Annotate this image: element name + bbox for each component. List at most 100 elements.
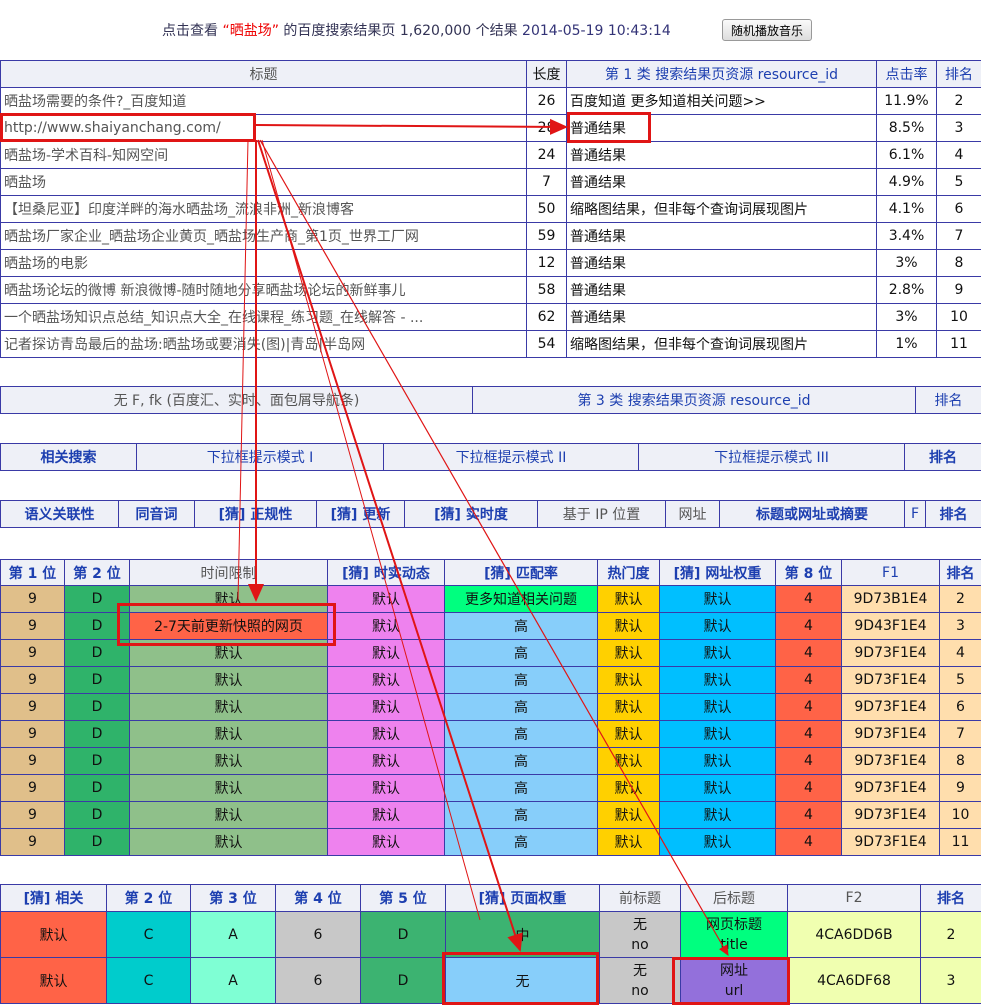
- result-row: 【坦桑尼亚】印度洋畔的海水晒盐场_流浪非洲_新浪博客 50 缩略图结果，但非每个查询…: [0, 195, 981, 223]
- grid1-cell: 默认: [327, 612, 445, 640]
- grid1-cell: 9: [0, 720, 65, 748]
- grid1-cell: 默认: [597, 585, 660, 613]
- grid1-cell: 9: [0, 693, 65, 721]
- col-ctr-header: 点击率: [876, 60, 937, 88]
- grid1-row: 9 D 默认 默认高默认 默认 4 9D73F1E4 7: [0, 720, 981, 748]
- result-title-link[interactable]: 晒盐场-学术百科-知网空间: [0, 141, 527, 169]
- suggest-col-label: 下拉框提示模式 I: [136, 443, 384, 471]
- result-length: 7: [526, 168, 567, 196]
- feature-col-label: 同音词: [118, 500, 195, 528]
- grid2-cell: 6: [275, 957, 361, 1004]
- result-title-link[interactable]: 晒盐场: [0, 168, 527, 196]
- result-length: 50: [526, 195, 567, 223]
- grid2-cell: C: [106, 957, 191, 1004]
- result-length: 12: [526, 249, 567, 277]
- grid1-cell: 默认: [597, 747, 660, 775]
- pre-title-cell: 无 no: [599, 957, 681, 1004]
- result-title-link[interactable]: 晒盐场论坛的微博 新浪微博-随时随地分享晒盐场论坛的新鲜事儿: [0, 276, 527, 304]
- grid1-cell: 默认: [129, 666, 328, 694]
- result-length: 24: [526, 141, 567, 169]
- result-title-link[interactable]: 【坦桑尼亚】印度洋畔的海水晒盐场_流浪非洲_新浪博客: [0, 195, 527, 223]
- grid1-cell: 3: [939, 612, 981, 640]
- result-length: 58: [526, 276, 567, 304]
- grid2-rank: 3: [920, 957, 981, 1004]
- grid1-cell: 默认: [327, 774, 445, 802]
- grid1-cell: 默认: [659, 774, 776, 802]
- grid1-cell: 4: [775, 585, 842, 613]
- result-row: 晒盐场-学术百科-知网空间 24 普通结果 6.1% 4: [0, 141, 981, 169]
- result-type: 普通结果: [566, 168, 877, 196]
- grid1-cell: 默认: [597, 693, 660, 721]
- result-length: 59: [526, 222, 567, 250]
- result-row: 晒盐场论坛的微博 新浪微博-随时随地分享晒盐场论坛的新鲜事儿 58 普通结果 2.8%…: [0, 276, 981, 304]
- grid1-cell: 4: [775, 747, 842, 775]
- top-bar: 点击查看 “晒盐场” 的百度搜索结果页 1,620,000 个结果 2014-0…: [0, 0, 981, 60]
- grid1-cell: 9D73F1E4: [841, 693, 940, 721]
- grid1-cell: 默认: [659, 693, 776, 721]
- result-rank: 2: [936, 87, 981, 115]
- grid1-cell: 默认: [327, 828, 445, 856]
- grid1-cell: 高: [444, 747, 598, 775]
- grid1-cell: 4: [775, 774, 842, 802]
- result-title-link[interactable]: 晒盐场厂家企业_晒盐场企业黄页_晒盐场生产商_第1页_世界工厂网: [0, 222, 527, 250]
- post-title-en: title: [720, 936, 748, 953]
- grid1-cell: 4: [775, 801, 842, 829]
- grid2-cell: 默认: [0, 911, 107, 958]
- play-music-button[interactable]: 随机播放音乐: [722, 19, 813, 41]
- grid2-cell: 默认: [0, 957, 107, 1004]
- grid1-header: [猜] 匹配率: [444, 559, 598, 586]
- grid1-cell: 默认: [129, 693, 328, 721]
- grid1-cell: 4: [939, 639, 981, 667]
- grid1-cell: 默认: [327, 639, 445, 667]
- grid2-header: 前标题: [599, 884, 681, 912]
- category3-bar: 无 F, fk (百度汇、实时、面包屑导航条) 第 3 类 搜索结果页资源 re…: [0, 386, 981, 414]
- result-row: 晒盐场厂家企业_晒盐场企业黄页_晒盐场生产商_第1页_世界工厂网 59 普通结果 3.…: [0, 222, 981, 250]
- grid1-cell: 默认: [327, 693, 445, 721]
- grid1-row: 9 D 默认 默认高默认 默认 4 9D73F1E4 10: [0, 801, 981, 829]
- grid2-header: F2: [787, 884, 921, 912]
- result-length: 26: [526, 87, 567, 115]
- result-title-link[interactable]: 晒盐场的电影: [0, 249, 527, 277]
- grid1-cell: 默认: [659, 612, 776, 640]
- grid1-header: 时间限制: [129, 559, 328, 586]
- feature-col-label: 排名: [925, 500, 981, 528]
- grid1-header: 第 2 位: [64, 559, 130, 586]
- feature-col-label: [猜] 实时度: [404, 500, 538, 528]
- query-keyword[interactable]: “晒盐场”: [222, 23, 279, 39]
- result-rank: 6: [936, 195, 981, 223]
- pre-title-zh: 无: [633, 962, 647, 979]
- pre-title-en: no: [631, 936, 649, 953]
- result-length: 62: [526, 303, 567, 331]
- result-row: 一个晒盐场知识点总结_知识点大全_在线课程_练习题_在线解答 - ... 62 普通…: [0, 303, 981, 331]
- result-rank: 11: [936, 330, 981, 358]
- grid1-cell: 默认: [129, 720, 328, 748]
- grid1-cell: 默认: [597, 828, 660, 856]
- result-type: 普通结果: [566, 249, 877, 277]
- grid1-cell: 4: [775, 693, 842, 721]
- suggest-col-label: 相关搜索: [0, 443, 137, 471]
- result-rank: 3: [936, 114, 981, 142]
- feature-col-label: F: [904, 500, 926, 528]
- grid1-cell: 8: [939, 747, 981, 775]
- result-row: 记者探访青岛最后的盐场:晒盐场或要消失(图)|青岛|半岛网 54 缩略图结果，但非每…: [0, 330, 981, 358]
- grid2-cell: 中: [445, 911, 600, 958]
- pre-title-zh: 无: [633, 916, 647, 933]
- grid1-cell: 默认: [129, 801, 328, 829]
- grid2-header: 第 2 位: [106, 884, 191, 912]
- result-title-link[interactable]: 记者探访青岛最后的盐场:晒盐场或要消失(图)|青岛|半岛网: [0, 330, 527, 358]
- result-title-link[interactable]: 一个晒盐场知识点总结_知识点大全_在线课程_练习题_在线解答 - ...: [0, 303, 527, 331]
- category3-label: 第 3 类 搜索结果页资源 resource_id: [472, 386, 916, 414]
- result-length: 54: [526, 330, 567, 358]
- result-type: 普通结果: [566, 303, 877, 331]
- result-title-link[interactable]: 晒盐场需要的条件?_百度知道: [0, 87, 527, 115]
- grid2-header: 第 3 位: [190, 884, 276, 912]
- col-length-header: 长度: [526, 60, 567, 88]
- grid1-cell: 9D73F1E4: [841, 747, 940, 775]
- grid1-cell: 9D73F1E4: [841, 720, 940, 748]
- feature-col-label: [猜] 更新: [316, 500, 405, 528]
- post-title-zh: 网页标题: [706, 916, 762, 933]
- result-type: 缩略图结果，但非每个查询词展现图片: [566, 330, 877, 358]
- grid2-cell: D: [360, 957, 446, 1004]
- grid1-cell: 2: [939, 585, 981, 613]
- result-ctr: 4.9%: [876, 168, 937, 196]
